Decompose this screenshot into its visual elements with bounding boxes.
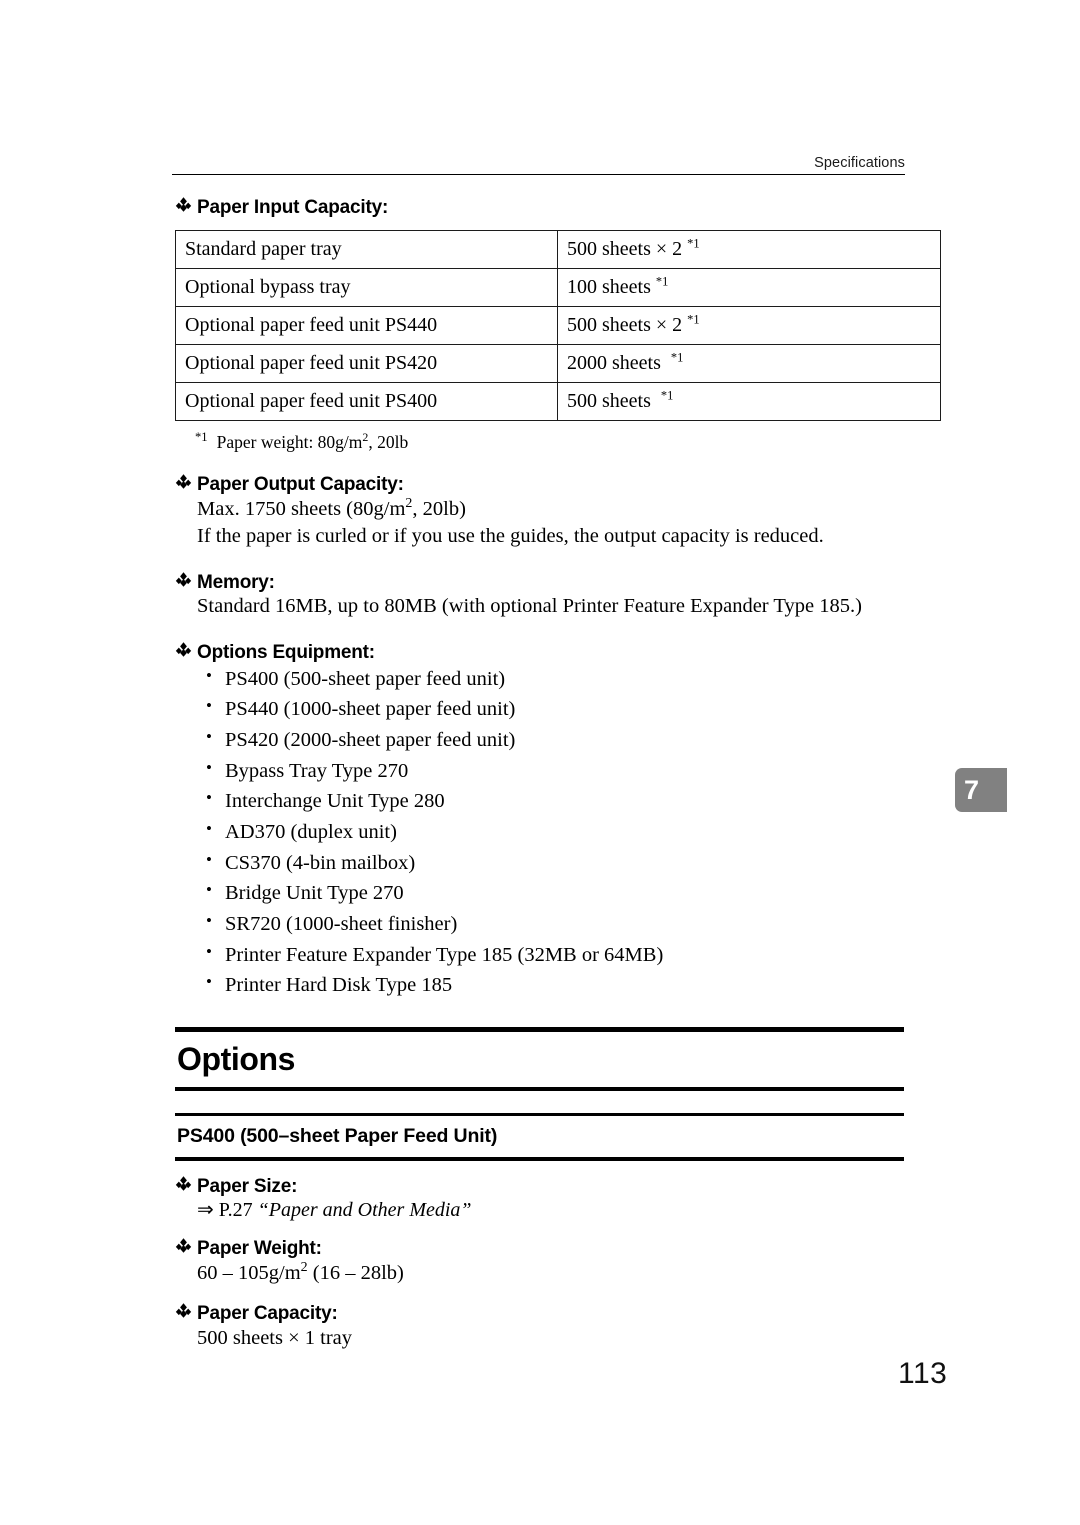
diamond-bullet-icon — [175, 196, 197, 213]
heading-label: Paper Capacity: — [197, 1302, 338, 1324]
memory-description: Standard 16MB, up to 80MB (with optional… — [197, 595, 862, 618]
running-head-text: Specifications — [814, 155, 905, 171]
reference-title: “Paper and Other Media” — [257, 1199, 472, 1222]
value-text: 100 sheets — [567, 275, 651, 298]
table-cell-value: 500 sheets × 2 *1 — [557, 229, 941, 269]
paper-input-capacity-table: Standard paper tray 500 sheets × 2 *1 Op… — [175, 229, 941, 421]
table-row: Optional bypass tray 100 sheets *1 — [175, 267, 941, 307]
list-item: CS370 (4-bin mailbox) — [203, 847, 908, 879]
heading-label: Memory: — [197, 571, 275, 593]
heading-paper-capacity: Paper Capacity: — [175, 1302, 908, 1325]
list-item: Bypass Tray Type 270 — [203, 755, 908, 787]
diamond-bullet-icon — [175, 641, 197, 658]
paper-weight-value: 60 – 105g/m2 (16 – 28lb) — [175, 1260, 908, 1287]
table-cell-item: Optional bypass tray — [175, 267, 558, 307]
paper-output-capacity-note: If the paper is curled or if you use the… — [197, 525, 824, 548]
section-heading-options: Options — [175, 1026, 908, 1091]
list-item: Interchange Unit Type 280 — [203, 785, 908, 817]
table-cell-value: 2000 sheets *1 — [557, 343, 941, 383]
footnote-text-tail: , 20lb — [368, 431, 409, 452]
section-title: Options — [177, 1040, 296, 1077]
heading-paper-size: Paper Size: — [175, 1175, 908, 1198]
list-item: PS440 (1000-sheet paper feed unit) — [203, 693, 908, 725]
reference-page: P.27 — [218, 1199, 253, 1222]
running-header: Specifications — [172, 155, 905, 175]
table-cell-item: Optional paper feed unit PS400 — [175, 381, 558, 421]
value-text: 2000 sheets — [567, 351, 661, 374]
diamond-bullet-icon — [175, 1237, 197, 1254]
table-cell-item: Optional paper feed unit PS440 — [175, 305, 558, 345]
table-cell-value: 500 sheets × 2 *1 — [557, 305, 941, 345]
footnote-marker: *1 — [670, 350, 684, 365]
heading-label: Paper Weight: — [197, 1238, 322, 1260]
document-page: Specifications Paper Input Capacity: Sta… — [0, 0, 1080, 1525]
diamond-bullet-icon — [175, 1175, 197, 1192]
heading-label: Paper Size: — [197, 1175, 298, 1197]
paper-output-capacity-max: Max. 1750 sheets (80g/m2, 20lb) — [175, 496, 908, 523]
table-row: Optional paper feed unit PS400 500 sheet… — [175, 381, 941, 421]
paper-size-reference: ⇒ P.27 “Paper and Other Media” — [175, 1197, 908, 1223]
subsection-heading-ps400: PS400 (500–sheet Paper Feed Unit) — [175, 1112, 908, 1161]
reference-arrow-icon: ⇒ — [197, 1199, 214, 1222]
table-row: Optional paper feed unit PS420 2000 shee… — [175, 343, 941, 383]
header-rule — [172, 174, 905, 175]
heading-memory: Memory: — [175, 571, 908, 594]
subsection-title: PS400 (500–sheet Paper Feed Unit) — [177, 1125, 498, 1148]
diamond-bullet-icon — [175, 1302, 197, 1319]
table-footnote: *1 Paper weight: 80g/m2, 20lb — [175, 430, 908, 453]
table-row: Optional paper feed unit PS440 500 sheet… — [175, 305, 941, 345]
table-cell-item: Standard paper tray — [175, 229, 558, 269]
value-text: 500 sheets — [567, 389, 651, 412]
list-item: PS400 (500-sheet paper feed unit) — [203, 663, 908, 695]
heading-label: Paper Input Capacity: — [197, 197, 389, 218]
paper-capacity-value: 500 sheets × 1 tray — [197, 1326, 353, 1349]
heading-paper-input-capacity: Paper Input Capacity: — [175, 196, 908, 219]
list-item: Bridge Unit Type 270 — [203, 877, 908, 909]
list-item: Printer Hard Disk Type 185 — [203, 969, 908, 1001]
section-rule-bottom — [175, 1086, 904, 1091]
value-text: 500 sheets × 2 — [567, 313, 683, 336]
table-cell-value: 500 sheets *1 — [557, 381, 941, 421]
footnote-marker: *1 — [660, 388, 674, 403]
options-equipment-list: PS400 (500-sheet paper feed unit) PS440 … — [175, 663, 908, 1001]
chapter-number: 7 — [964, 774, 980, 805]
footnote-marker: *1 — [195, 430, 208, 445]
unit-superscript: 2 — [300, 1260, 308, 1276]
footnote-marker: *1 — [655, 274, 669, 289]
diamond-bullet-icon — [175, 571, 197, 588]
list-item: SR720 (1000-sheet finisher) — [203, 908, 908, 940]
list-item: PS420 (2000-sheet paper feed unit) — [203, 724, 908, 756]
heading-options-equipment: Options Equipment: — [175, 641, 908, 664]
value-text: 500 sheets × 2 — [567, 237, 683, 260]
chapter-tab: 7 — [955, 768, 1007, 812]
weight-text-tail: (16 – 28lb) — [307, 1262, 404, 1285]
footnote-marker: *1 — [687, 236, 700, 251]
max-text: Max. 1750 sheets (80g/m — [197, 497, 406, 520]
table-cell-value: 100 sheets *1 — [557, 267, 941, 307]
table-cell-item: Optional paper feed unit PS420 — [175, 343, 558, 383]
diamond-bullet-icon — [175, 473, 197, 490]
max-text-tail: , 20lb) — [412, 497, 466, 520]
table-row: Standard paper tray 500 sheets × 2 *1 — [175, 229, 941, 269]
footnote-text: Paper weight: 80g/m — [216, 431, 363, 452]
footnote-marker: *1 — [687, 312, 700, 327]
page-number: 113 — [898, 1357, 948, 1390]
page-content: Paper Input Capacity: Standard paper tra… — [175, 196, 941, 1352]
list-item: AD370 (duplex unit) — [203, 816, 908, 848]
heading-label: Paper Output Capacity: — [197, 473, 404, 495]
heading-label: Options Equipment: — [197, 641, 375, 663]
weight-text: 60 – 105g/m — [197, 1262, 301, 1285]
heading-paper-output-capacity: Paper Output Capacity: — [175, 473, 908, 496]
heading-paper-weight: Paper Weight: — [175, 1237, 908, 1260]
list-item: Printer Feature Expander Type 185 (32MB … — [203, 939, 908, 971]
